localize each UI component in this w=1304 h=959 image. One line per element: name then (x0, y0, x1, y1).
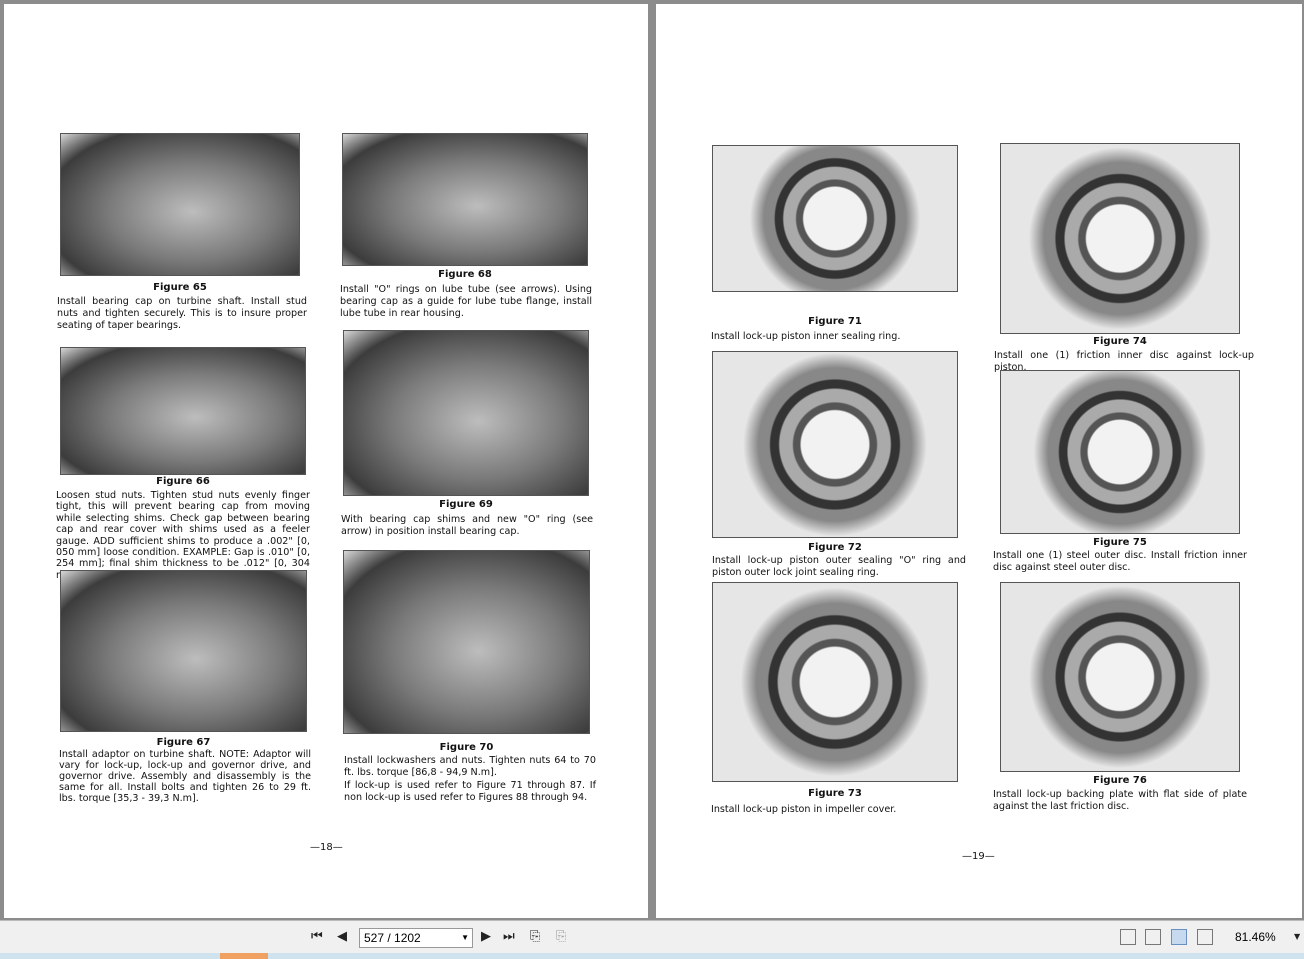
figure-73-photo (712, 582, 958, 782)
facing-icon[interactable] (1171, 929, 1187, 945)
figure-75-caption: Install one (1) steel outer disc. Instal… (993, 550, 1247, 573)
figure-68-photo (342, 133, 588, 266)
page-indicator: 527 / 1202 (364, 931, 421, 945)
figure-68-caption: Install "O" rings on lube tube (see arro… (340, 284, 592, 319)
zoom-level[interactable]: 81.46% (1235, 930, 1276, 944)
figure-71-label: Figure 71 (808, 316, 862, 327)
figure-65-photo (60, 133, 300, 276)
figure-76-caption: Install lock-up backing plate with flat … (993, 789, 1247, 812)
prev-page-icon[interactable]: ◀ (337, 929, 347, 944)
figure-74-label: Figure 74 (1093, 336, 1147, 347)
page-number: —19— (962, 851, 995, 862)
figure-69-label: Figure 69 (439, 499, 493, 510)
figure-72-photo (712, 351, 958, 538)
figure-65-caption: Install bearing cap on turbine shaft. In… (57, 296, 307, 331)
last-page-icon[interactable]: ⏭ (503, 929, 515, 944)
figure-67-caption: Install adaptor on turbine shaft. NOTE: … (59, 749, 311, 804)
figure-75-label: Figure 75 (1093, 537, 1147, 548)
figure-67-label: Figure 67 (156, 737, 211, 748)
figure-66-caption: Loosen stud nuts. Tighten stud nuts even… (56, 490, 310, 581)
figure-69-caption: With bearing cap shims and new "O" ring … (341, 514, 593, 537)
figure-73-caption: Install lock-up piston in impeller cover… (711, 804, 897, 815)
figure-68-label: Figure 68 (438, 269, 492, 280)
next-page-icon[interactable]: ▶ (481, 929, 491, 944)
figure-70-caption: Install lockwashers and nuts. Tighten nu… (344, 755, 596, 778)
figure-70-caption-note: If lock-up is used refer to Figure 71 th… (344, 780, 596, 803)
figure-70-photo (343, 550, 590, 734)
figure-74-photo (1000, 143, 1240, 334)
next-view-icon[interactable]: ⎘ (556, 929, 566, 944)
figure-70-label: Figure 70 (439, 742, 494, 753)
page-number-input[interactable]: 527 / 1202 ▼ (359, 928, 473, 948)
figure-71-photo (712, 145, 958, 292)
figure-72-label: Figure 72 (808, 542, 862, 553)
figure-65-label: Figure 65 (153, 282, 207, 293)
pdf-page-18: Figure 65 Install bearing cap on turbine… (4, 4, 648, 918)
figure-73-label: Figure 73 (808, 788, 862, 799)
previous-view-icon[interactable]: ⎘ (530, 929, 540, 944)
viewer-toolbar: ⏮ ◀ 527 / 1202 ▼ ▶ ⏭ ⎘ ⎘ 81.46% ▼ (0, 920, 1304, 953)
figure-75-photo (1000, 370, 1240, 534)
figure-66-label: Figure 66 (156, 476, 210, 487)
figure-76-photo (1000, 582, 1240, 772)
pdf-page-19: Figure 71 Install lock-up piston inner s… (656, 4, 1302, 918)
continuous-icon[interactable] (1145, 929, 1161, 945)
page-number: —18— (310, 842, 343, 853)
continuous-facing-icon[interactable] (1197, 929, 1213, 945)
figure-69-photo (343, 330, 589, 496)
first-page-icon[interactable]: ⏮ (311, 929, 323, 944)
figure-76-label: Figure 76 (1093, 775, 1147, 786)
figure-72-caption: Install lock-up piston outer sealing "O"… (712, 555, 966, 578)
chevron-down-icon[interactable]: ▼ (461, 933, 469, 942)
figure-67-photo (60, 570, 307, 732)
figure-66-photo (60, 347, 306, 475)
zoom-dropdown-icon[interactable]: ▼ (1294, 932, 1300, 941)
figure-71-caption: Install lock-up piston inner sealing rin… (711, 331, 901, 342)
taskbar-highlight (220, 953, 268, 959)
taskbar-strip (0, 953, 1304, 959)
single-page-icon[interactable] (1120, 929, 1136, 945)
